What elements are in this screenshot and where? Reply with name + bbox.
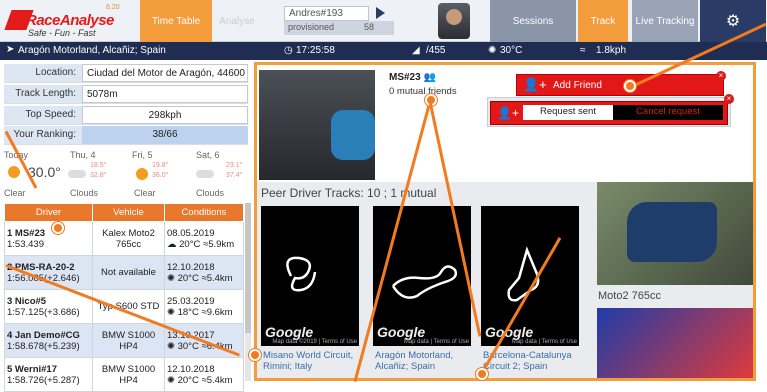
col-driver[interactable]: Driver <box>4 203 93 222</box>
top-speed-value: 298kph <box>82 106 248 124</box>
vehicle-cell: BMW S1000 HP4 <box>92 357 165 392</box>
vehicle-cell: Kalex Moto2 765cc <box>92 221 165 256</box>
length-row: Track Length: 5078m <box>4 85 248 104</box>
app-version: 6.20 <box>106 4 120 11</box>
driver-cell[interactable]: 1 MS#23 1:53.439 <box>4 221 93 256</box>
conditions-cell: 08.05.2019 ☁ 20°C ≈5.9km <box>164 221 244 256</box>
temperature: 30°C <box>500 45 523 56</box>
wind-speed: 1.8kph <box>596 45 627 56</box>
user-status: provisioned 58 <box>284 21 394 35</box>
app-name: RaceAnalyse <box>26 12 114 29</box>
weather-today-desc: Clear <box>4 188 26 198</box>
user-box[interactable]: Andres#193 provisioned 58 <box>284 6 394 36</box>
driver-cell[interactable]: 2 PMS-RA-20-21:56.085(+2.646) <box>4 255 93 290</box>
location-label: Location: <box>4 64 82 82</box>
current-location: Aragón Motorland, Alcañiz; Spain <box>18 45 166 56</box>
pointer-dot <box>52 222 64 234</box>
conditions-cell: 12.10.2018 ✺ 20°C ≈5.4km <box>164 255 244 290</box>
nav-sessions[interactable]: Sessions <box>490 0 576 42</box>
nav-live-tracking[interactable]: Live Tracking <box>632 0 698 42</box>
clock-icon: ◷ <box>284 45 293 56</box>
driver-cell[interactable]: 5 Werni#17 1:58.726(+5.287) <box>4 357 93 392</box>
weather-day1: Thu, 4 <box>70 150 96 160</box>
top-bar: RaceAnalyse Safe - Fun - Fast 6.20 Time … <box>0 0 767 42</box>
col-vehicle[interactable]: Vehicle <box>92 203 165 222</box>
vehicle-cell: Typ S600 STD <box>92 289 165 324</box>
location-value: Ciudad del Motor de Aragón, 44600 Alcañi… <box>82 64 248 82</box>
cloud-icon <box>196 170 214 178</box>
wind-icon: ≈ <box>580 45 586 56</box>
weather-day3-desc: Clouds <box>196 188 225 198</box>
info-bar: ➤ Aragón Motorland, Alcañiz; Spain ◷ 17:… <box>0 42 767 60</box>
weather-today-temp: 30.0° <box>28 164 61 180</box>
weather-forecast: Today 30.0° Clear Thu, 4 18.5° 32.8° Clo… <box>0 148 248 202</box>
pointer-dot <box>624 80 636 92</box>
weather-day2: Fri, 5 <box>132 150 153 160</box>
avatar[interactable] <box>438 3 470 39</box>
sun-icon: ✺ <box>488 45 497 56</box>
app-tagline: Safe - Fun - Fast <box>28 28 96 38</box>
sun-icon <box>8 166 20 178</box>
length-value: 5078m <box>82 85 248 103</box>
app-logo[interactable]: RaceAnalyse Safe - Fun - Fast 6.20 <box>4 4 126 38</box>
cloud-icon <box>68 170 86 178</box>
weather-day3: Sat, 6 <box>196 150 220 160</box>
pointer-dot <box>476 368 488 380</box>
laps-icon: ◢ <box>412 45 420 56</box>
conditions-cell: 12.10.2018 ✺ 20°C ≈5.4km <box>164 357 244 392</box>
vehicle-cell: BMW S1000 HP4 <box>92 323 165 358</box>
nav-track[interactable]: Track <box>578 0 628 42</box>
table-row[interactable]: 2 PMS-RA-20-21:56.085(+2.646) Not availa… <box>4 255 244 290</box>
current-time: 17:25:58 <box>296 45 335 56</box>
weather-day3-low: 23.1° <box>226 162 243 169</box>
settings-gear-icon[interactable]: ⚙ <box>700 0 766 42</box>
weather-day1-high: 32.8° <box>90 172 107 179</box>
laps-count: /455 <box>426 45 446 56</box>
length-label: Track Length: <box>4 85 82 103</box>
location-row: Location: Ciudad del Motor de Aragón, 44… <box>4 64 248 83</box>
track-info-panel: Location: Ciudad del Motor de Aragón, 44… <box>0 60 252 392</box>
location-arrow-icon[interactable]: ➤ <box>6 44 14 55</box>
weather-day2-desc: Clear <box>134 188 156 198</box>
weather-day1-desc: Clouds <box>70 188 99 198</box>
ranking-value: 38/66 <box>82 126 248 144</box>
weather-day1-low: 18.5° <box>90 162 107 169</box>
col-conditions[interactable]: Conditions <box>164 203 244 222</box>
pointer-dot <box>249 349 261 361</box>
ranking-row: Your Ranking: 38/66 <box>4 126 248 145</box>
status-label: provisioned <box>288 22 335 32</box>
weather-day3-high: 37.4° <box>226 172 243 179</box>
top-speed-row: Top Speed: 298kph <box>4 106 248 125</box>
ranking-label: Your Ranking: <box>4 126 82 144</box>
drivers-table: Driver Vehicle Conditions 1 MS#23 1:53.43… <box>4 203 244 392</box>
weather-day2-low: 19.8° <box>152 162 169 169</box>
table-row[interactable]: 5 Werni#17 1:58.726(+5.287) BMW S1000 HP4… <box>4 357 244 392</box>
vehicle-cell: Not available <box>92 255 165 290</box>
driver-cell[interactable]: 4 Jan Demo#CG 1:58.678(+5.239) <box>4 323 93 358</box>
table-row[interactable]: 3 Nico#5 1:57.125(+3.686) Typ S600 STD 25… <box>4 289 244 324</box>
sun-icon <box>136 168 148 180</box>
status-count: 58 <box>364 22 375 32</box>
top-speed-label: Top Speed: <box>4 106 82 124</box>
play-icon[interactable] <box>376 7 385 19</box>
weather-day2-high: 36.0° <box>152 172 169 179</box>
table-row[interactable]: 1 MS#23 1:53.439 Kalex Moto2 765cc 08.05.… <box>4 221 244 256</box>
username: Andres#193 <box>284 6 369 21</box>
tab-analyse[interactable]: Analyse <box>212 0 262 42</box>
tab-time-table[interactable]: Time Table <box>140 0 212 42</box>
conditions-cell: 25.03.2019 ✺ 18°C ≈9.6km <box>164 289 244 324</box>
